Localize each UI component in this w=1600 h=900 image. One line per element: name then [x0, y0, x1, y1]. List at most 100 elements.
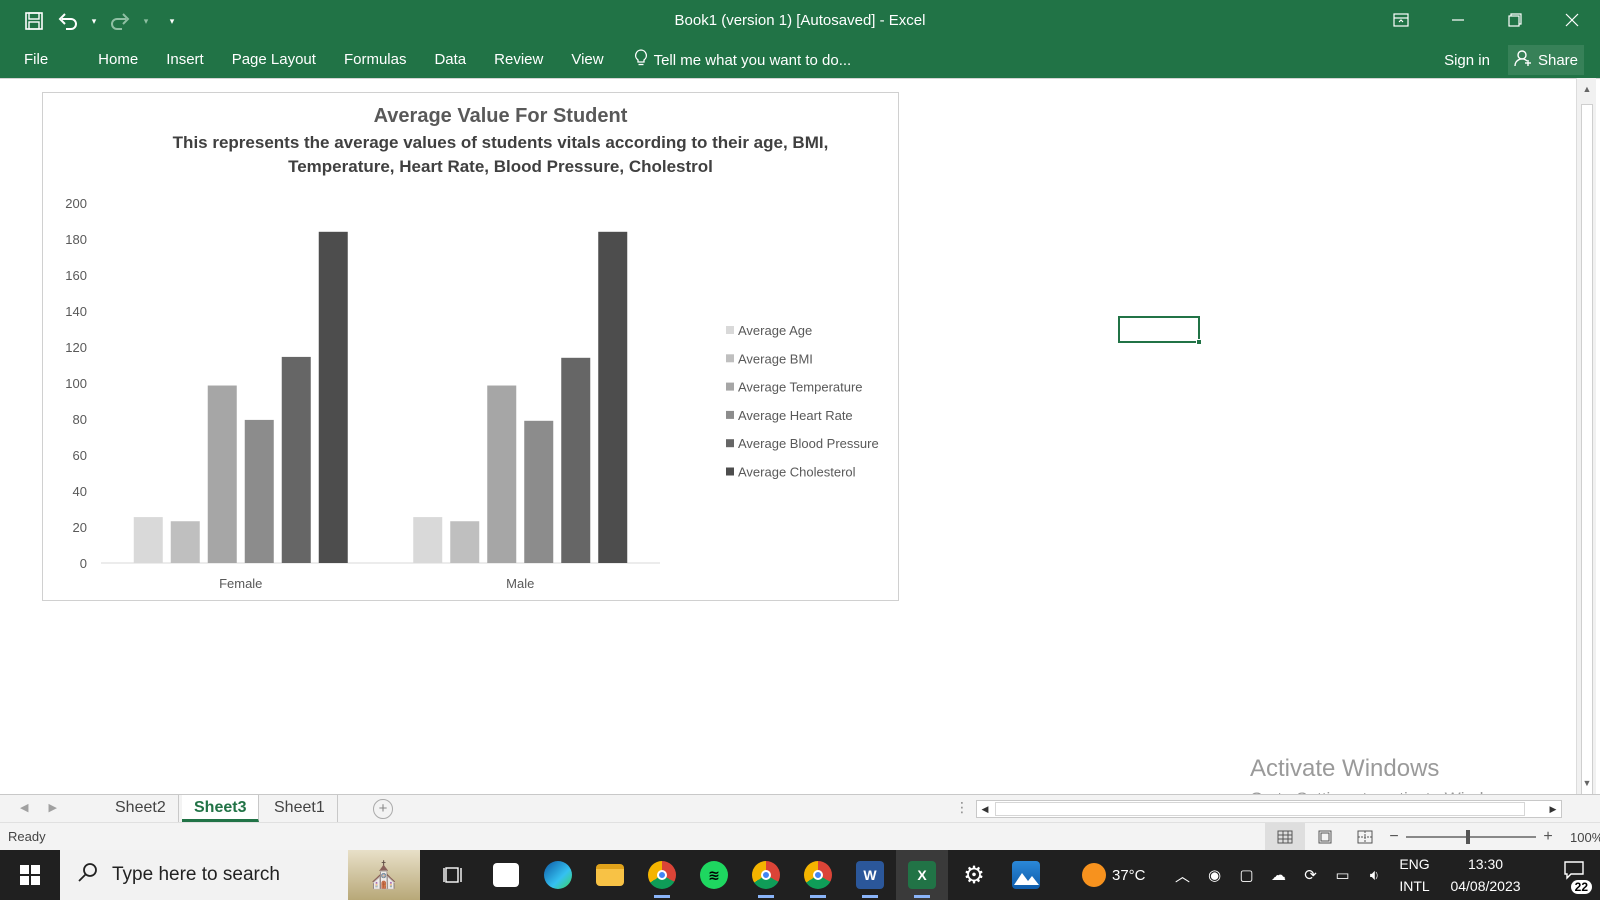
- excel-icon[interactable]: X: [896, 850, 948, 900]
- zoom-in-icon[interactable]: +: [1542, 828, 1554, 846]
- y-tick-label[interactable]: 60: [73, 448, 87, 463]
- next-sheet-icon[interactable]: ▶: [48, 801, 56, 814]
- spotify-icon[interactable]: ≋: [688, 850, 740, 900]
- bar[interactable]: [413, 517, 443, 563]
- chrome-profile-icon[interactable]: [740, 850, 792, 900]
- meet-now-icon[interactable]: ◉: [1202, 866, 1228, 884]
- photos-icon[interactable]: [1000, 850, 1052, 900]
- tab-review[interactable]: Review: [480, 42, 557, 78]
- task-view-icon[interactable]: [428, 850, 480, 900]
- weather-icon[interactable]: [1082, 863, 1106, 887]
- chrome-icon[interactable]: [792, 850, 844, 900]
- tab-page-layout[interactable]: Page Layout: [218, 42, 330, 78]
- zoom-out-icon[interactable]: −: [1388, 828, 1400, 846]
- language-indicator[interactable]: ENG INTL: [1394, 853, 1436, 897]
- clock[interactable]: 13:30 04/08/2023: [1442, 853, 1530, 897]
- plot-area[interactable]: 020406080100120140160180200Female MaleAve…: [43, 93, 900, 602]
- add-sheet-button[interactable]: +: [373, 799, 393, 819]
- y-tick-label[interactable]: 80: [73, 412, 87, 427]
- tab-insert[interactable]: Insert: [152, 42, 218, 78]
- legend-entry[interactable]: Average Blood Pressure: [738, 436, 879, 451]
- word-icon[interactable]: W: [844, 850, 896, 900]
- weather-temp[interactable]: 37°C: [1112, 867, 1146, 884]
- tab-splitter-icon[interactable]: ⋮: [955, 799, 969, 816]
- legend-swatch[interactable]: [726, 439, 734, 448]
- onedrive-icon[interactable]: ☁: [1266, 866, 1292, 884]
- page-layout-view-icon[interactable]: [1305, 823, 1345, 850]
- tab-data[interactable]: Data: [420, 42, 480, 78]
- redo-icon[interactable]: [106, 8, 134, 34]
- horizontal-scroll-thumb[interactable]: [995, 802, 1525, 816]
- minimize-icon[interactable]: [1429, 0, 1486, 40]
- tab-view[interactable]: View: [557, 42, 617, 78]
- legend-swatch[interactable]: [726, 410, 734, 419]
- tab-home[interactable]: Home: [84, 42, 152, 78]
- settings-icon[interactable]: ⚙: [948, 850, 1000, 900]
- scroll-down-icon[interactable]: ▼: [1577, 774, 1597, 792]
- customize-toolbar-icon[interactable]: ▾: [166, 16, 178, 27]
- bar[interactable]: [207, 385, 237, 563]
- legend-entry[interactable]: Average Heart Rate: [738, 408, 853, 423]
- bar[interactable]: [281, 356, 311, 563]
- y-tick-label[interactable]: 160: [65, 268, 87, 283]
- y-tick-label[interactable]: 100: [65, 376, 87, 391]
- bar[interactable]: [450, 521, 480, 563]
- y-tick-label[interactable]: 120: [65, 340, 87, 355]
- chevron-up-icon[interactable]: ︿: [1170, 865, 1196, 886]
- prev-sheet-icon[interactable]: ◀: [20, 801, 28, 814]
- chrome-icon[interactable]: [636, 850, 688, 900]
- legend-swatch[interactable]: [726, 354, 734, 363]
- scroll-left-icon[interactable]: ◀: [977, 801, 993, 817]
- legend-entry[interactable]: Average Age: [738, 323, 812, 338]
- close-icon[interactable]: [1543, 0, 1600, 40]
- file-explorer-icon[interactable]: [584, 850, 636, 900]
- bar[interactable]: [318, 231, 348, 564]
- scroll-up-icon[interactable]: ▲: [1577, 80, 1597, 98]
- y-tick-label[interactable]: 40: [73, 484, 87, 499]
- chart[interactable]: Average Value For Student This represent…: [42, 92, 899, 601]
- taskbar-search[interactable]: Type here to search ⛪: [60, 850, 420, 900]
- ribbon-display-options-icon[interactable]: [1372, 0, 1429, 40]
- horizontal-scrollbar[interactable]: ◀ ▶: [976, 800, 1562, 818]
- x-tick-label[interactable]: Female: [219, 576, 262, 591]
- teams-icon[interactable]: ▢: [1234, 866, 1260, 884]
- sheet-tab-sheet2[interactable]: Sheet2: [103, 795, 179, 822]
- page-break-view-icon[interactable]: [1345, 823, 1385, 850]
- y-tick-label[interactable]: 20: [73, 520, 87, 535]
- bar[interactable]: [524, 420, 554, 563]
- bar[interactable]: [561, 357, 591, 563]
- scroll-right-icon[interactable]: ▶: [1545, 801, 1561, 817]
- bar[interactable]: [598, 231, 628, 564]
- bar[interactable]: [487, 385, 517, 563]
- normal-view-icon[interactable]: [1265, 823, 1305, 850]
- microsoft-store-icon[interactable]: [480, 850, 532, 900]
- y-tick-label[interactable]: 200: [65, 196, 87, 211]
- vertical-scroll-thumb[interactable]: [1581, 104, 1593, 804]
- windows-start-icon[interactable]: [0, 850, 60, 900]
- bar[interactable]: [133, 517, 163, 563]
- legend-entry[interactable]: Average Cholesterol: [738, 465, 856, 480]
- legend-entry[interactable]: Average Temperature: [738, 380, 863, 395]
- selected-cell[interactable]: [1118, 316, 1202, 345]
- notifications-icon[interactable]: 22: [1558, 860, 1592, 894]
- y-tick-label[interactable]: 0: [80, 556, 87, 571]
- tab-file[interactable]: File: [10, 42, 62, 78]
- sheet-tab-sheet3[interactable]: Sheet3: [182, 795, 260, 822]
- zoom-slider-knob[interactable]: [1466, 830, 1470, 844]
- legend-swatch[interactable]: [726, 382, 734, 391]
- edge-icon[interactable]: [532, 850, 584, 900]
- vertical-scrollbar[interactable]: ▲ ▼: [1576, 78, 1597, 804]
- tab-formulas[interactable]: Formulas: [330, 42, 421, 78]
- sheet-tab-sheet1[interactable]: Sheet1: [262, 795, 338, 822]
- undo-dropdown-icon[interactable]: ▾: [88, 16, 100, 27]
- share-button[interactable]: Share: [1507, 45, 1584, 75]
- legend-swatch[interactable]: [726, 467, 734, 476]
- fill-handle[interactable]: [1196, 339, 1202, 345]
- legend-swatch[interactable]: [726, 326, 734, 334]
- bar[interactable]: [170, 521, 200, 563]
- legend-entry[interactable]: Average BMI: [738, 351, 813, 366]
- sync-icon[interactable]: ⟳: [1298, 866, 1324, 884]
- bar[interactable]: [244, 419, 274, 563]
- save-icon[interactable]: [20, 8, 48, 34]
- battery-icon[interactable]: ▭: [1330, 866, 1356, 884]
